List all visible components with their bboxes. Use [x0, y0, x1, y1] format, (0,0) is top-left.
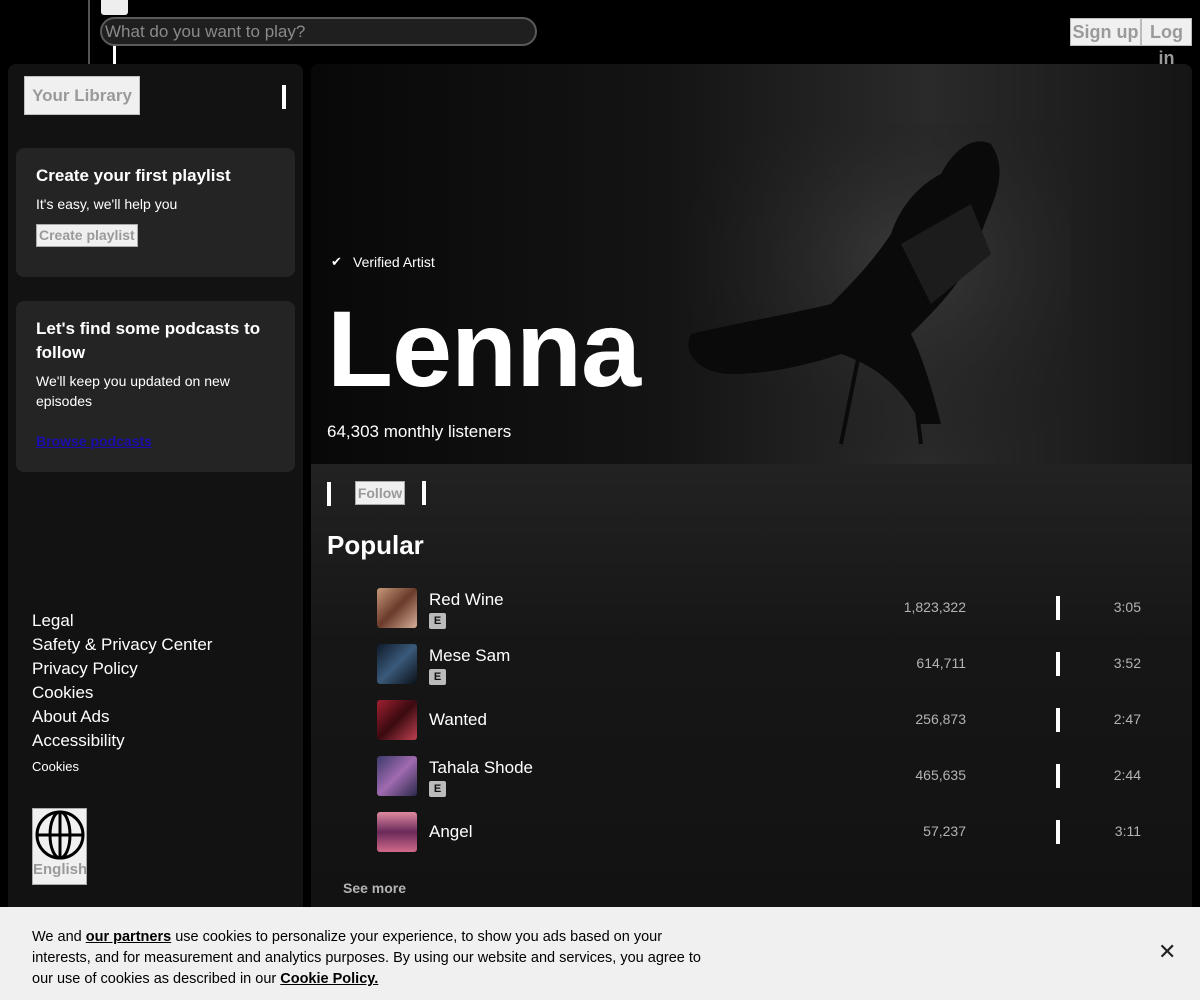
cookie-text: We and our partners use cookies to perso… — [32, 927, 712, 990]
track-duration: 3:52 — [1113, 655, 1141, 671]
login-button[interactable]: Log in — [1141, 18, 1192, 68]
track-name[interactable]: Angel — [429, 822, 472, 842]
card-text: It's easy, we'll help you — [36, 196, 178, 212]
sidebar: Your Library Create your first playlist … — [8, 64, 303, 914]
track-row[interactable]: Mese Sam E 614,711 3:52 — [311, 640, 1192, 696]
search-input[interactable]: What do you want to play? — [100, 17, 537, 46]
track-row[interactable]: Tahala Shode E 465,635 2:44 — [311, 752, 1192, 808]
card-text: We'll keep you updated on new episodes — [36, 373, 230, 409]
card-title: Let's find some podcasts to follow — [36, 319, 261, 362]
artist-page: ✔ Verified Artist Lenna 64,303 monthly l… — [311, 64, 1192, 914]
play-button[interactable] — [327, 482, 331, 506]
add-button[interactable] — [1056, 764, 1060, 788]
add-button[interactable] — [1056, 708, 1060, 732]
album-thumbnail — [377, 700, 417, 740]
create-playlist-button[interactable]: Create playlist — [36, 224, 138, 247]
card-title: Create your first playlist — [36, 166, 231, 185]
track-name[interactable]: Red Wine — [429, 590, 504, 610]
section-title: Popular — [327, 530, 424, 560]
album-thumbnail — [377, 812, 417, 852]
language-button[interactable]: English — [32, 808, 87, 885]
footer-link-safety[interactable]: Safety & Privacy Center — [32, 633, 212, 657]
verified-badge: ✔ Verified Artist — [331, 254, 435, 270]
footer-links: Legal Safety & Privacy Center Privacy Po… — [32, 609, 212, 777]
browse-podcasts-link[interactable]: Browse podcasts — [36, 433, 152, 449]
cookie-policy-link[interactable]: Cookie Policy. — [280, 971, 378, 987]
play-count: 57,237 — [923, 823, 966, 839]
track-name[interactable]: Tahala Shode — [429, 758, 533, 778]
explicit-badge: E — [429, 781, 446, 797]
cookie-text-part: We and — [32, 929, 86, 945]
partners-link[interactable]: our partners — [86, 929, 171, 945]
more-options-button[interactable] — [422, 481, 426, 505]
monthly-listeners: 64,303 monthly listeners — [327, 422, 512, 441]
footer-link-legal[interactable]: Legal — [32, 609, 212, 633]
album-thumbnail — [377, 644, 417, 684]
footer-link-privacy[interactable]: Privacy Policy — [32, 657, 212, 681]
add-button[interactable] — [1056, 652, 1060, 676]
check-icon: ✔ — [331, 254, 342, 269]
divider — [88, 0, 90, 64]
globe-icon — [35, 810, 84, 860]
language-label: English — [33, 861, 88, 878]
footer-link-cookies-small[interactable]: Cookies — [32, 757, 212, 777]
artist-hero: ✔ Verified Artist Lenna 64,303 monthly l… — [311, 64, 1192, 464]
add-button[interactable] — [1056, 820, 1060, 844]
footer-link-cookies[interactable]: Cookies — [32, 681, 212, 705]
home-button[interactable] — [101, 0, 128, 15]
play-count: 1,823,322 — [903, 599, 966, 615]
album-thumbnail — [377, 588, 417, 628]
play-count: 614,711 — [916, 655, 966, 671]
track-row[interactable]: Red Wine E 1,823,322 3:05 — [311, 584, 1192, 640]
artist-content: Follow Popular Red Wine E 1,823,322 3:05… — [311, 464, 1192, 914]
artist-name: Lenna — [327, 288, 641, 409]
track-duration: 2:47 — [1113, 711, 1141, 727]
play-count: 256,873 — [915, 711, 966, 727]
follow-button[interactable]: Follow — [355, 481, 405, 505]
explicit-badge: E — [429, 669, 446, 685]
divider — [113, 44, 116, 64]
see-more-button[interactable]: See more — [343, 880, 406, 896]
track-row[interactable]: Wanted 256,873 2:47 — [311, 696, 1192, 752]
your-library-button[interactable]: Your Library — [24, 76, 140, 115]
add-button[interactable] — [1056, 596, 1060, 620]
track-list: Red Wine E 1,823,322 3:05 Mese Sam E 614… — [311, 584, 1192, 864]
artist-photo — [671, 124, 1071, 464]
track-name[interactable]: Wanted — [429, 710, 487, 730]
library-expand-handle[interactable] — [282, 85, 286, 109]
footer-link-accessibility[interactable]: Accessibility — [32, 729, 212, 753]
album-thumbnail — [377, 756, 417, 796]
track-duration: 3:11 — [1114, 823, 1141, 839]
track-name[interactable]: Mese Sam — [429, 646, 510, 666]
play-count: 465,635 — [915, 767, 966, 783]
track-duration: 3:05 — [1113, 599, 1141, 615]
podcasts-card: Let's find some podcasts to follow We'll… — [16, 301, 295, 472]
create-playlist-card: Create your first playlist It's easy, we… — [16, 148, 295, 277]
signup-button[interactable]: Sign up — [1070, 18, 1141, 46]
explicit-badge: E — [429, 613, 446, 629]
verified-label: Verified Artist — [353, 254, 435, 270]
track-row[interactable]: Angel 57,237 3:11 — [311, 808, 1192, 864]
footer-link-about-ads[interactable]: About Ads — [32, 705, 212, 729]
close-icon[interactable]: ✕ — [1158, 939, 1176, 965]
track-duration: 2:44 — [1113, 767, 1141, 783]
cookie-banner: We and our partners use cookies to perso… — [0, 907, 1200, 1000]
top-bar: What do you want to play? Sign up Log in — [0, 0, 1200, 68]
